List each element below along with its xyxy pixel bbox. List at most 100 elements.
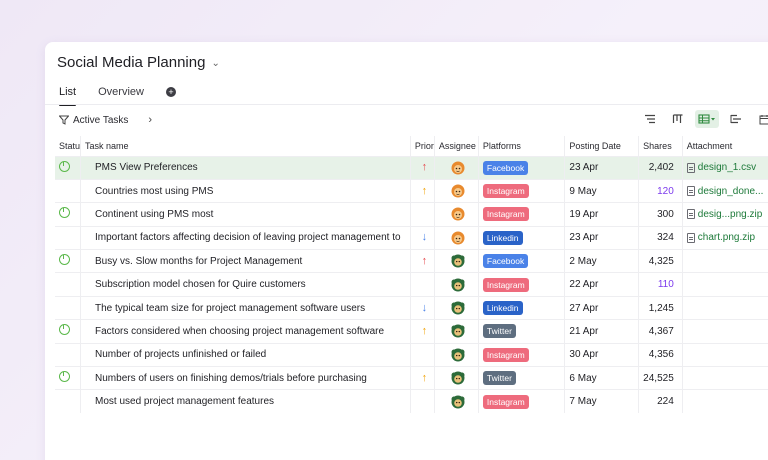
posting-date[interactable]: 27 Apr: [564, 295, 639, 320]
priority-cell[interactable]: [409, 272, 435, 297]
column-header-shares[interactable]: Shares: [638, 136, 683, 156]
posting-date[interactable]: 21 Apr: [564, 319, 639, 344]
chevron-right-icon[interactable]: ›: [148, 114, 152, 126]
table-row[interactable]: Most used project management features Ins…: [55, 389, 768, 414]
status-icon[interactable]: [59, 160, 70, 172]
status-cell[interactable]: [55, 225, 81, 250]
platform-cell[interactable]: Linkedin: [477, 295, 565, 320]
column-header-attachment[interactable]: Attachment: [681, 136, 768, 156]
shares-value[interactable]: 110: [638, 272, 683, 297]
assignee-cell[interactable]: [433, 225, 479, 250]
table-row[interactable]: Important factors affecting decision of …: [55, 225, 768, 250]
status-cell[interactable]: [55, 342, 81, 367]
table-row[interactable]: Number of projects unfinished or failed I…: [55, 342, 768, 367]
list-view-icon[interactable]: [639, 110, 661, 128]
task-name[interactable]: Subscription model chosen for Quire cust…: [80, 272, 411, 297]
table-row[interactable]: Busy vs. Slow months for Project Managem…: [55, 249, 768, 273]
attachment-cell[interactable]: design_1.csv: [681, 155, 768, 180]
status-icon[interactable]: [59, 324, 70, 336]
shares-value[interactable]: 24,525: [638, 366, 683, 390]
posting-date[interactable]: 30 Apr: [564, 342, 639, 367]
posting-date[interactable]: 6 May: [564, 366, 639, 390]
platform-cell[interactable]: Facebook: [477, 155, 565, 180]
platform-cell[interactable]: Twitter: [477, 366, 565, 390]
status-cell[interactable]: [55, 202, 81, 227]
tab-overview[interactable]: Overview: [98, 86, 144, 106]
assignee-cell[interactable]: [433, 295, 479, 320]
priority-cell[interactable]: [409, 202, 435, 227]
priority-cell[interactable]: ↑: [409, 366, 435, 390]
attachment-cell[interactable]: [681, 249, 768, 273]
assignee-cell[interactable]: [433, 178, 479, 203]
task-name[interactable]: Numbers of users on finishing demos/tria…: [80, 366, 411, 390]
priority-cell[interactable]: ↓: [409, 225, 435, 250]
board-view-icon[interactable]: [667, 110, 689, 128]
shares-value[interactable]: 120: [638, 178, 683, 203]
timeline-view-icon[interactable]: [725, 110, 747, 128]
assignee-cell[interactable]: [433, 319, 479, 344]
column-header-platforms[interactable]: Platforms: [477, 136, 565, 156]
status-cell[interactable]: [55, 295, 81, 320]
posting-date[interactable]: 9 May: [564, 178, 639, 203]
platform-cell[interactable]: Instagram: [477, 202, 565, 227]
table-row[interactable]: Factors considered when choosing project…: [55, 319, 768, 344]
shares-value[interactable]: 224: [638, 389, 683, 414]
shares-value[interactable]: 4,325: [638, 249, 683, 273]
priority-cell[interactable]: ↑: [409, 319, 435, 344]
attachment-cell[interactable]: chart.png.zip: [681, 225, 768, 250]
assignee-cell[interactable]: [433, 249, 479, 273]
table-row[interactable]: PMS View Preferences ↑ Facebook 23 Apr 2,402…: [55, 155, 768, 180]
table-row[interactable]: Numbers of users on finishing demos/tria…: [55, 366, 768, 390]
status-cell[interactable]: [55, 366, 81, 390]
shares-value[interactable]: 324: [638, 225, 683, 250]
column-header-task-name[interactable]: Task name: [80, 136, 411, 156]
status-icon[interactable]: [59, 371, 70, 383]
platform-cell[interactable]: Twitter: [477, 319, 565, 344]
task-name[interactable]: Busy vs. Slow months for Project Managem…: [80, 249, 411, 273]
status-cell[interactable]: [55, 178, 81, 203]
priority-cell[interactable]: ↑: [409, 155, 435, 180]
status-cell[interactable]: [55, 249, 81, 273]
attachment-cell[interactable]: [681, 389, 768, 414]
posting-date[interactable]: 22 Apr: [564, 272, 639, 297]
status-icon[interactable]: [59, 207, 70, 219]
platform-cell[interactable]: Instagram: [477, 178, 565, 203]
task-name[interactable]: Continent using PMS most: [80, 202, 411, 227]
platform-cell[interactable]: Instagram: [477, 342, 565, 367]
assignee-cell[interactable]: [433, 155, 479, 180]
platform-cell[interactable]: Facebook: [477, 249, 565, 273]
column-header-assignee[interactable]: Assignee: [433, 136, 479, 156]
task-name[interactable]: Most used project management features: [80, 389, 411, 414]
table-view-icon[interactable]: [695, 110, 719, 128]
add-tab-icon[interactable]: +: [165, 87, 176, 97]
attachment-cell[interactable]: design_done...: [681, 178, 768, 203]
table-row[interactable]: Countries most using PMS ↑ Instagram 9 May 1…: [55, 178, 768, 203]
status-cell[interactable]: [55, 389, 81, 414]
posting-date[interactable]: 2 May: [564, 249, 639, 273]
assignee-cell[interactable]: [433, 272, 479, 297]
priority-cell[interactable]: [409, 342, 435, 367]
task-name[interactable]: Countries most using PMS: [80, 178, 411, 203]
platform-cell[interactable]: Instagram: [477, 389, 565, 414]
shares-value[interactable]: 4,367: [638, 319, 683, 344]
table-row[interactable]: Continent using PMS most Instagram 19 Apr 3…: [55, 202, 768, 227]
attachment-cell[interactable]: [681, 272, 768, 297]
priority-cell[interactable]: [409, 389, 435, 414]
priority-cell[interactable]: ↑: [409, 178, 435, 203]
status-cell[interactable]: [55, 272, 81, 297]
column-header-priority[interactable]: Prior: [409, 136, 435, 156]
attachment-cell[interactable]: [681, 342, 768, 367]
attachment-cell[interactable]: [681, 295, 768, 320]
column-header-status[interactable]: Statu: [55, 136, 81, 156]
attachment-link[interactable]: design_done...: [686, 186, 768, 197]
attachment-link[interactable]: desig...png.zip: [686, 209, 768, 220]
assignee-cell[interactable]: [433, 366, 479, 390]
tab-list[interactable]: List: [59, 86, 77, 106]
assignee-cell[interactable]: [433, 389, 479, 414]
column-header-posting-date[interactable]: Posting Date: [564, 136, 639, 156]
project-title-dropdown[interactable]: Social Media Planning ⌄: [57, 54, 220, 71]
platform-cell[interactable]: Linkedin: [477, 225, 565, 250]
shares-value[interactable]: 4,356: [638, 342, 683, 367]
task-name[interactable]: Number of projects unfinished or failed: [80, 342, 411, 367]
platform-cell[interactable]: Instagram: [477, 272, 565, 297]
